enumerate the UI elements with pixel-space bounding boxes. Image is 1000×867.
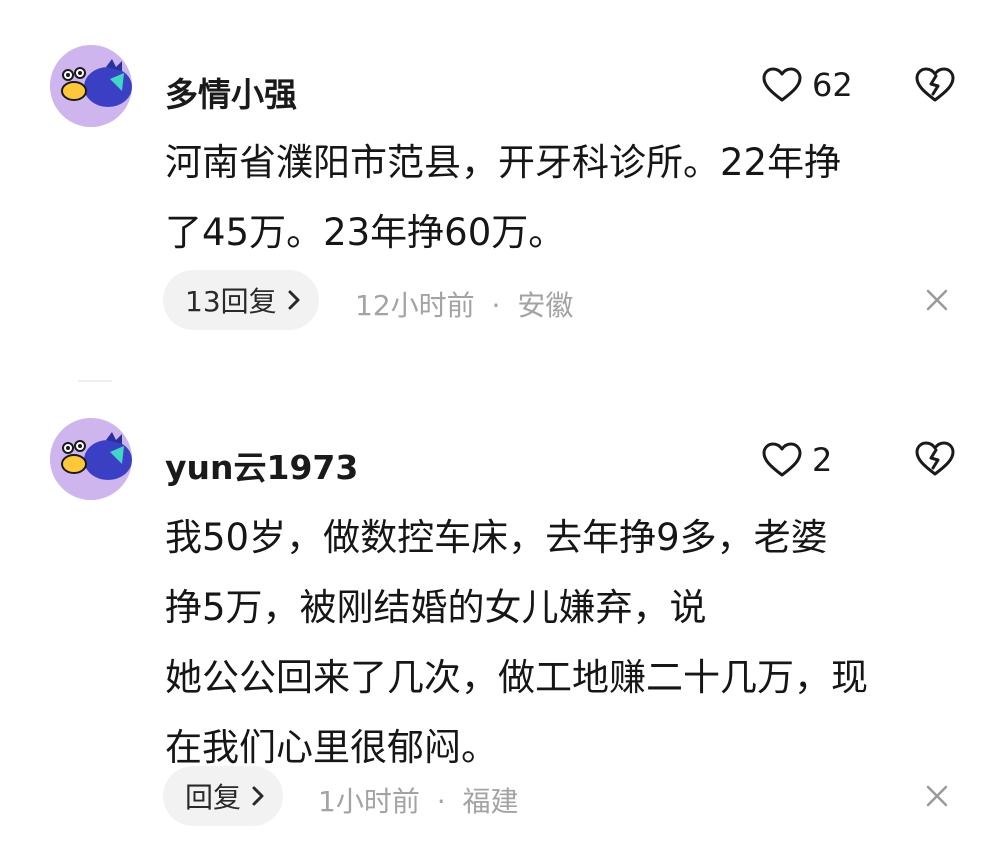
comment-meta: 12小时前 · 安徽 — [355, 284, 573, 324]
comment-time: 12小时前 — [355, 289, 475, 322]
comment-location: 安徽 — [517, 289, 574, 322]
fish-avatar-icon — [50, 45, 132, 127]
close-icon — [926, 289, 948, 311]
chevron-right-icon — [252, 786, 264, 806]
comment-text-line: 了45万。23年挣60万。 — [165, 211, 566, 254]
comment-text-line: 她公公回来了几次，做工地赚二十几万，现 — [165, 656, 868, 699]
comment-text: 河南省濮阳市范县，开牙科诊所。22年挣 了45万。23年挣60万。 — [165, 128, 965, 268]
view-replies-button[interactable]: 13回复 — [163, 270, 319, 330]
avatar[interactable] — [50, 45, 132, 127]
like-button[interactable]: 62 — [762, 66, 853, 104]
dislike-button[interactable] — [915, 441, 955, 477]
comment-text-line: 在我们心里很郁闷。 — [165, 726, 498, 769]
divider — [78, 380, 112, 382]
close-button[interactable] — [926, 289, 948, 311]
heart-outline-icon — [762, 67, 802, 102]
reply-button[interactable]: 回复 — [163, 766, 284, 826]
comment-text-line: 河南省濮阳市范县，开牙科诊所。22年挣 — [165, 141, 842, 184]
like-button[interactable]: 2 — [762, 441, 832, 479]
comment-text: 我50岁，做数控车床，去年挣9多，老婆 挣5万，被刚结婚的女儿嫌弃，说 她公公回… — [165, 503, 965, 783]
reply-label: 回复 — [185, 781, 242, 814]
meta-separator: · — [436, 785, 446, 818]
comment-username[interactable]: 多情小强 — [165, 68, 297, 116]
comment-meta: 1小时前 · 福建 — [318, 780, 519, 820]
comment-username[interactable]: yun云1973 — [165, 441, 358, 489]
broken-heart-icon — [915, 67, 955, 102]
chevron-right-icon — [288, 290, 300, 310]
comment-location: 福建 — [462, 785, 519, 818]
broken-heart-icon — [915, 441, 955, 476]
heart-outline-icon — [762, 442, 802, 477]
close-icon — [926, 785, 948, 807]
comment-time: 1小时前 — [318, 785, 420, 818]
comment-text-line: 我50岁，做数控车床，去年挣9多，老婆 — [165, 516, 828, 559]
like-count: 2 — [812, 441, 833, 479]
comment-text-line: 挣5万，被刚结婚的女儿嫌弃，说 — [165, 586, 707, 629]
reply-count-label: 13回复 — [185, 285, 277, 318]
dislike-button[interactable] — [915, 67, 955, 103]
meta-separator: · — [491, 289, 501, 322]
fish-avatar-icon — [50, 418, 132, 500]
close-button[interactable] — [926, 785, 948, 807]
like-count: 62 — [812, 66, 853, 104]
avatar[interactable] — [50, 418, 132, 500]
